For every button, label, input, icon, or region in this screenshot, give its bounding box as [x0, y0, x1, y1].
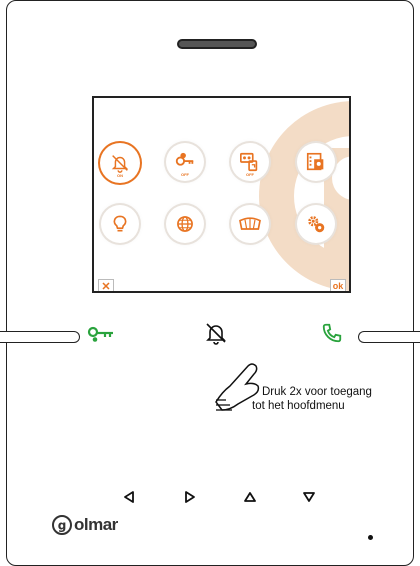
settings-button[interactable] [297, 205, 335, 243]
gallery-icon [306, 152, 324, 171]
globe-icon [177, 216, 193, 232]
door-open-button[interactable]: OFF [166, 143, 204, 181]
gate-barrier-icon [239, 217, 261, 230]
golmar-watermark-icon [259, 101, 349, 291]
golmar-g-logo-icon: g [52, 515, 72, 535]
phone-handset-button-icon[interactable] [321, 322, 343, 344]
mute-bell-button-icon[interactable] [204, 321, 228, 345]
golmar-logo: g olmar [52, 515, 118, 535]
ok-button[interactable]: ok [330, 279, 346, 291]
left-arrow-button-icon[interactable] [122, 490, 136, 504]
settings-gears-icon [308, 216, 325, 233]
brand-word: olmar [74, 515, 118, 534]
up-arrow-button-icon[interactable] [243, 490, 257, 504]
hint-line-1: Druk 2x voor toegang [262, 386, 372, 398]
left-side-tab [0, 331, 80, 343]
right-side-tab [358, 331, 420, 343]
right-arrow-button-icon[interactable] [183, 490, 197, 504]
light-bulb-icon [113, 215, 127, 232]
down-arrow-button-icon[interactable] [302, 490, 316, 504]
image-gallery-button[interactable] [297, 143, 335, 181]
cancel-button[interactable]: ✕ [98, 279, 114, 291]
door-key-button-icon[interactable] [86, 325, 116, 343]
answering-sublabel: OFF [246, 172, 254, 177]
touch-screen: ON OFF OFF ✕ ok [92, 96, 351, 293]
door-sublabel: OFF [181, 172, 189, 177]
hint-line-2: tot het hoofdmenu [252, 400, 345, 412]
network-button[interactable] [166, 205, 204, 243]
light-button[interactable] [101, 205, 139, 243]
gate-button[interactable] [231, 205, 269, 243]
dnd-sublabel: ON [117, 173, 123, 178]
tape-phone-icon [240, 152, 258, 172]
status-led [368, 535, 373, 540]
key-icon [175, 152, 194, 166]
speaker-grille [177, 39, 257, 49]
svg-text:g: g [58, 519, 67, 533]
answering-machine-button[interactable]: OFF [231, 143, 269, 181]
do-not-disturb-button[interactable]: ON [100, 143, 140, 183]
bell-off-icon [111, 155, 129, 173]
hint-text: Druk 2x voor toegang tot het hoofdmenu [252, 385, 372, 413]
